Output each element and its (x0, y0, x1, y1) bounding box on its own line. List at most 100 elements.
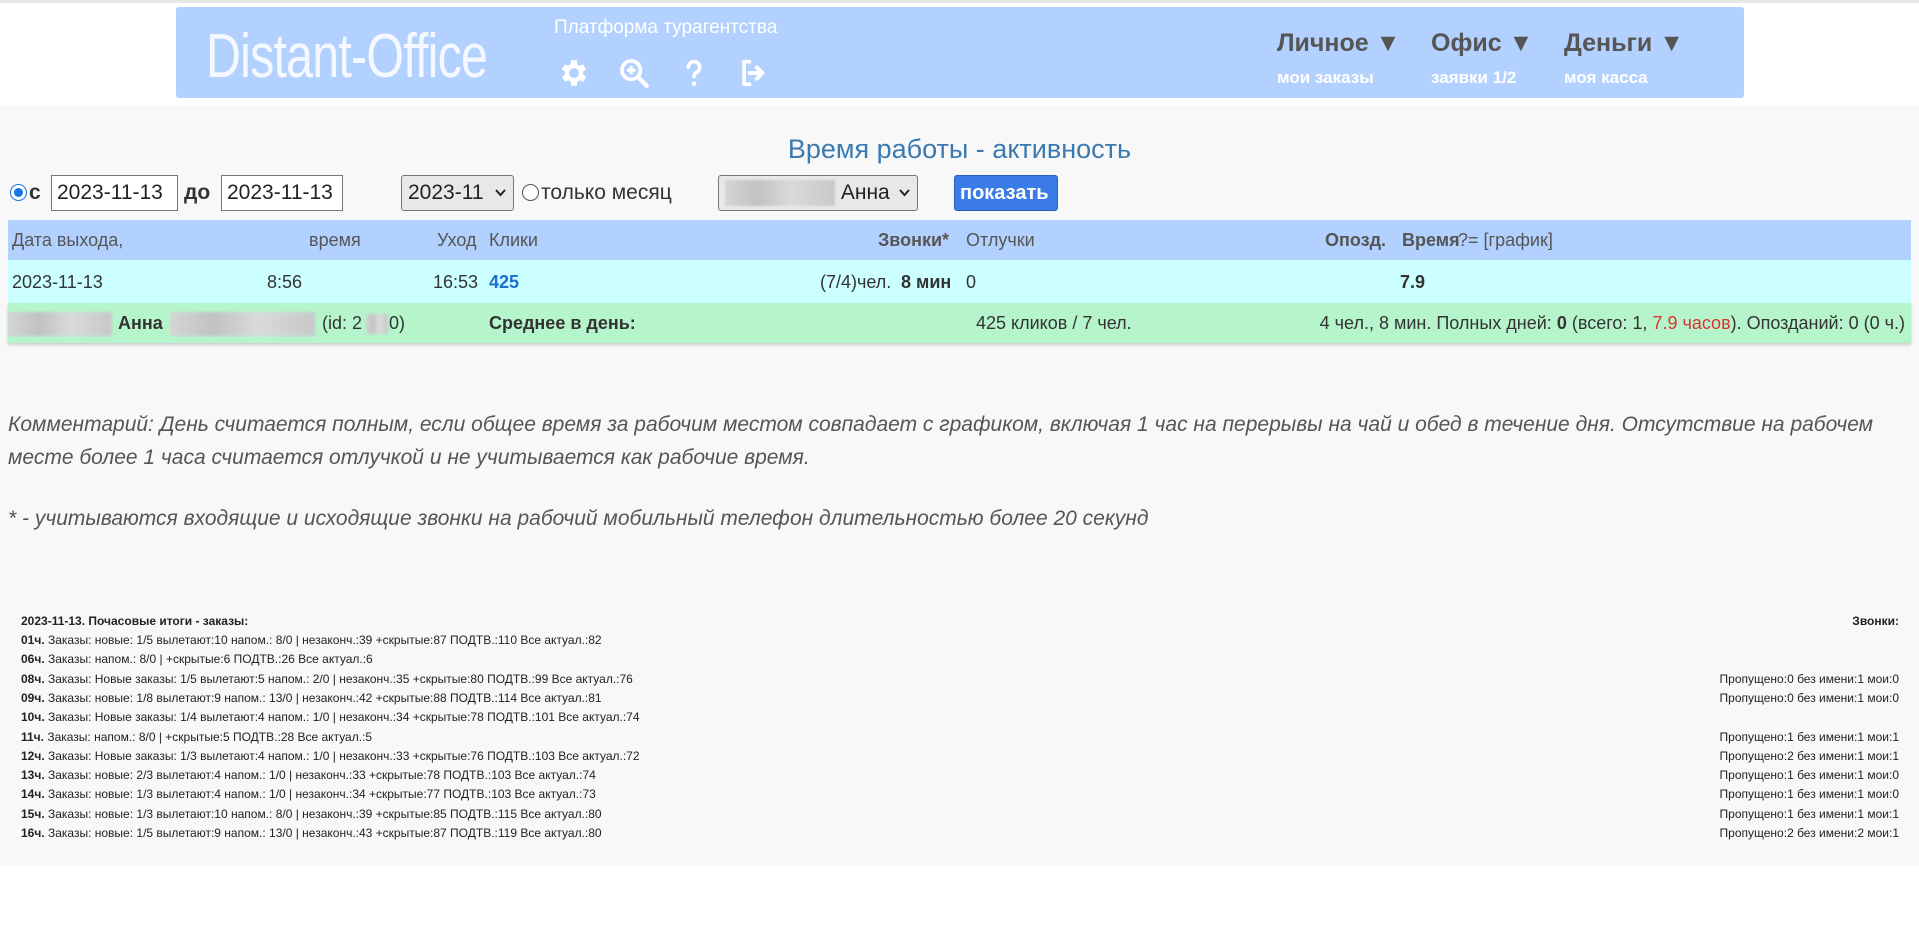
header-icons (554, 53, 774, 93)
hourly-line: 08ч. Заказы: Новые заказы: 1/5 вылетают:… (21, 672, 633, 686)
hourly-text: Заказы: новые: 1/5 вылетают:10 напом.: 8… (44, 633, 602, 647)
hourly-text: Заказы: новые: 1/5 вылетают:9 напом.: 13… (44, 826, 602, 840)
hourly-text: Заказы: Новые заказы: 1/4 вылетают:4 нап… (44, 710, 640, 725)
nav-money-title[interactable]: Деньги ▼ (1564, 29, 1684, 58)
hourly-hour: 14ч. (21, 787, 45, 802)
header-bar: Distant-Office Платформа турагентства Ли… (176, 7, 1744, 98)
header-area: Distant-Office Платформа турагентства Ли… (0, 3, 1919, 105)
nav-personal[interactable]: Личное ▼ мои заказы (1277, 29, 1400, 88)
app-logo[interactable]: Distant-Office (206, 21, 488, 93)
hourly-line: 15ч. Заказы: новые: 1/3 вылетают:10 напо… (21, 807, 602, 821)
hourly-text: Заказы: Новые заказы: 1/3 вылетают:4 нап… (44, 748, 640, 763)
hourly-hour: 01ч. (21, 633, 45, 647)
header-calls: Звонки* (878, 230, 950, 250)
cell-date: 2023-11-13 (12, 272, 103, 292)
calls-note: * - учитываются входящие и исходящие зво… (8, 507, 1149, 530)
hourly-text: Заказы: напом.: 8/0 | +скрытые:5 ПОДТВ.:… (44, 729, 373, 744)
hourly-line: 10ч. Заказы: Новые заказы: 1/4 вылетают:… (21, 710, 640, 724)
cell-worktime: 7.9 (1400, 272, 1426, 292)
hourly-hour: 08ч. (21, 671, 45, 686)
cell-calls-duration: 8 мин (901, 272, 952, 292)
nav-my-cash[interactable]: моя касса (1564, 68, 1684, 88)
gear-icon[interactable] (554, 53, 594, 93)
month-only-radio[interactable] (522, 184, 539, 201)
hourly-calls: Пропущено:2 без имени:2 мои:1 (1719, 826, 1899, 840)
user-surname-redacted (725, 180, 835, 207)
month-select[interactable]: 2023-11 (401, 175, 514, 211)
filter-bar: с 2023-11-13 до 2023-11-13 2023-11 тольк… (8, 175, 1908, 213)
header-clicks: Клики (489, 230, 538, 250)
help-icon[interactable] (674, 53, 714, 93)
nav-money[interactable]: Деньги ▼ моя касса (1564, 29, 1684, 88)
nav-my-orders[interactable]: мои заказы (1277, 68, 1400, 88)
cell-clicks-link[interactable]: 425 (489, 272, 519, 293)
zoom-in-icon[interactable] (614, 53, 654, 93)
patronymic-redacted (170, 312, 315, 336)
nav-requests[interactable]: заявки 1/2 (1431, 68, 1533, 88)
range-radio[interactable] (10, 184, 27, 201)
hourly-calls: Пропущено:0 без имени:1 мои:0 (1719, 671, 1899, 686)
hourly-line: 16ч. Заказы: новые: 1/5 вылетают:9 напом… (21, 826, 602, 840)
chevron-down-icon (898, 176, 911, 210)
month-select-value: 2023-11 (408, 181, 484, 204)
hourly-line: 11ч. Заказы: напом.: 8/0 | +скрытые:5 ПО… (21, 730, 372, 744)
avg-label: Среднее в день: (489, 313, 636, 333)
cell-leave: 16:53 (433, 272, 479, 292)
user-select[interactable]: Анна (718, 175, 918, 211)
nav-office[interactable]: Офис ▼ заявки 1/2 (1431, 29, 1533, 88)
totals-summary: 4 чел., 8 мин. Полных дней: 0 (всего: 1,… (1320, 313, 1905, 334)
date-from-input[interactable]: 2023-11-13 (51, 175, 178, 211)
total-id-prefix: (id: 2 (322, 313, 363, 333)
chevron-down-icon (494, 176, 507, 210)
date-to-input[interactable]: 2023-11-13 (221, 175, 343, 211)
hourly-hour: 12ч. (21, 748, 45, 763)
month-only-label: только месяц (541, 181, 672, 204)
platform-subtitle: Платформа турагентства (554, 17, 778, 38)
hourly-hour: 09ч. (21, 690, 45, 705)
header-worktime: Время (1402, 230, 1460, 250)
cell-calls-count: (7/4)чел. (820, 272, 892, 292)
hourly-text: Заказы: напом.: 8/0 | +скрытые:6 ПОДТВ.:… (44, 652, 373, 667)
cell-absences: 0 (966, 272, 977, 292)
summary-b: (всего: 1, (1571, 313, 1648, 333)
header-absences: Отлучки (966, 230, 1035, 250)
header-schedule-link[interactable]: ?= [график] (1458, 230, 1553, 251)
total-row: Анна (id: 2 0) Среднее в день: 425 клико… (8, 303, 1911, 343)
surname-redacted (8, 312, 112, 336)
hourly-text: Заказы: новые: 1/3 вылетают:4 напом.: 1/… (44, 787, 596, 802)
comment-text: Комментарий: День считается полным, если… (8, 413, 1874, 469)
hourly-text: Заказы: новые: 2/3 вылетают:4 напом.: 1/… (44, 768, 596, 783)
hourly-calls: Пропущено:0 без имени:1 мои:0 (1719, 690, 1899, 705)
hourly-calls-title: Звонки: (1852, 614, 1899, 628)
hourly-calls: Пропущено:2 без имени:1 мои:1 (1719, 748, 1899, 763)
total-id-suffix: 0) (389, 313, 406, 333)
to-label: до (184, 181, 211, 204)
table-row: 2023-11-13 8:56 16:53 425 (7/4)чел. 8 ми… (8, 260, 1911, 303)
header-leave: Уход (437, 230, 477, 250)
hourly-hour: 13ч. (21, 768, 45, 783)
hourly-line: 14ч. Заказы: новые: 1/3 вылетают:4 напом… (21, 787, 596, 801)
summary-c: ). Опозданий: 0 (0 ч.) (1730, 313, 1905, 333)
hourly-hour: 06ч. (21, 652, 45, 667)
full-days: 0 (1556, 313, 1567, 333)
hourly-line: 06ч. Заказы: напом.: 8/0 | +скрытые:6 ПО… (21, 652, 373, 666)
hourly-text: Заказы: Новые заказы: 1/5 вылетают:5 нап… (44, 671, 633, 686)
hourly-line: 01ч. Заказы: новые: 1/5 вылетают:10 напо… (21, 633, 602, 647)
total-hours: 7.9 часов (1652, 313, 1731, 333)
hourly-line: 09ч. Заказы: новые: 1/8 вылетают:9 напом… (21, 691, 602, 705)
user-select-value: Анна (840, 181, 890, 204)
header-date: Дата выхода, (12, 230, 124, 250)
summary-a: 4 чел., 8 мин. Полных дней: (1319, 313, 1552, 333)
page-bottom (0, 865, 1919, 934)
clicks-summary: 425 кликов / 7 чел. (976, 313, 1132, 333)
show-button[interactable]: показать (954, 175, 1058, 211)
hourly-text: Заказы: новые: 1/3 вылетают:10 напом.: 8… (44, 806, 602, 821)
nav-personal-title[interactable]: Личное ▼ (1277, 29, 1400, 58)
cell-time: 8:56 (267, 272, 303, 292)
hourly-line: 13ч. Заказы: новые: 2/3 вылетают:4 напом… (21, 768, 596, 782)
logout-icon[interactable] (734, 53, 774, 93)
hourly-hour: 11ч. (21, 729, 44, 744)
hourly-hour: 16ч. (21, 826, 45, 840)
hourly-text: Заказы: новые: 1/8 вылетают:9 напом.: 13… (44, 690, 602, 705)
nav-office-title[interactable]: Офис ▼ (1431, 29, 1533, 58)
